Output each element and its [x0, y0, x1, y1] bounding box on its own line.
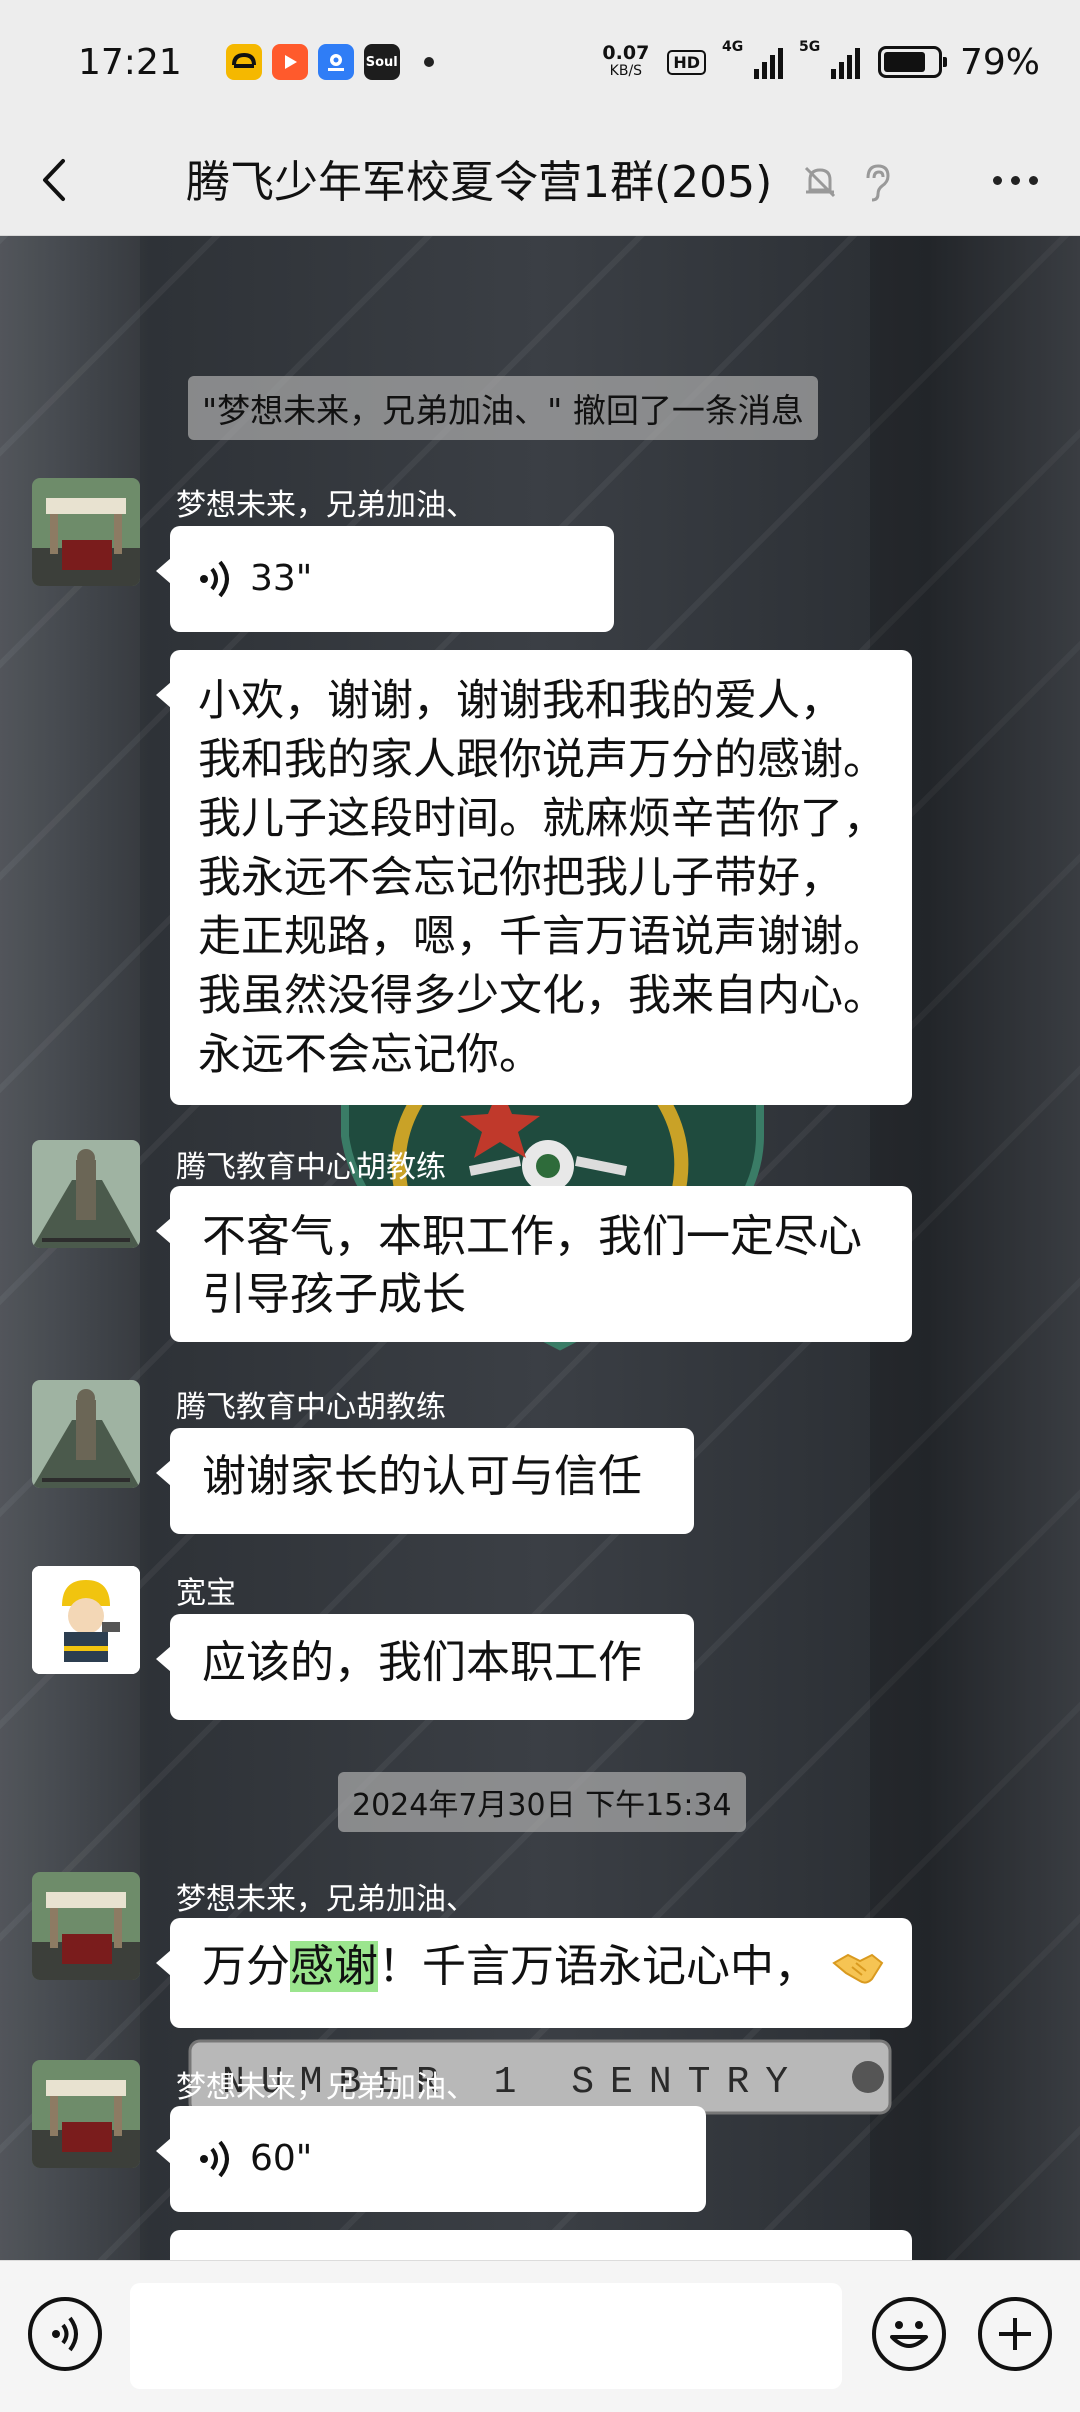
avatar[interactable] [32, 478, 140, 586]
status-indicators: 0.07 KB/S HD 4G 5G 79% [602, 39, 1040, 83]
more-functions-button[interactable] [978, 2297, 1052, 2371]
sender-name: 梦想未来，兄弟加油、 [176, 1882, 476, 1917]
sender-name: 腾飞教育中心胡教练 [176, 1150, 446, 1185]
status-bar: 17:21 Soul 0.07 KB/S HD 4G 5G 79% [0, 0, 1080, 124]
message-line: 引导孩子成长 [202, 1269, 466, 1320]
voice-input-icon [52, 2316, 78, 2352]
message-line: 我虽然没得多少文化，我来自内心。 [198, 971, 886, 1021]
ear-icon [866, 164, 890, 202]
more-notifications-dot [423, 57, 434, 67]
message-line: 我和我的家人跟你说声万分的感谢。 [198, 735, 886, 785]
video-app-icon [271, 44, 308, 80]
input-bar [0, 2260, 1080, 2412]
message-line: 走正规路，嗯，千言万语说声谢谢。 [198, 912, 886, 962]
chat-title: 腾飞少年军校夏令营1群(205) [186, 157, 773, 208]
emoji-button[interactable] [872, 2297, 946, 2371]
voice-wave-icon [200, 560, 229, 598]
network-speed: 0.07 KB/S [602, 42, 650, 80]
text-message[interactable]: 谢谢家长的认可与信任 [156, 1428, 694, 1534]
back-button[interactable] [0, 124, 110, 236]
recall-notice: "梦想未来，兄弟加油、" 撤回了一条消息 [188, 376, 818, 440]
message-line: 不客气，本职工作，我们一定尽心 [202, 1211, 862, 1262]
text-message[interactable]: 小欢，谢谢，谢谢我和我的爱人， 我和我的家人跟你说声万分的感谢。 我儿子这段时间… [156, 650, 912, 1105]
avatar[interactable] [32, 1140, 140, 1248]
plus-icon [999, 2318, 1031, 2350]
battery-percent: 79% [959, 41, 1040, 83]
notification-app-icons: Soul [225, 44, 434, 80]
message-list[interactable]: NUMBER 1 SENTRY "梦想未来，兄弟加油、" 撤回了一条消息 梦想未… [0, 236, 1080, 2260]
map-app-icon [317, 44, 354, 80]
message-input[interactable] [130, 2283, 842, 2389]
voice-input-button[interactable] [28, 2297, 102, 2371]
message-line: 小欢，谢谢，谢谢我和我的爱人， [198, 676, 843, 726]
chat-screen: 17:21 Soul 0.07 KB/S HD 4G 5G 79% 腾飞少年军校… [0, 0, 1080, 2412]
sender-name: 梦想未来，兄弟加油、 [176, 2070, 476, 2105]
signal-4g-icon: 4G [722, 39, 783, 79]
sender-name: 梦想未来，兄弟加油、 [176, 488, 476, 523]
battery-icon [877, 46, 947, 78]
handshake-emoji [832, 1953, 884, 1984]
sender-name: 腾飞教育中心胡教练 [176, 1390, 446, 1425]
voice-message[interactable]: 60" [156, 2106, 706, 2212]
taxi-app-icon [225, 44, 262, 80]
mute-bell-icon [804, 166, 836, 198]
avatar[interactable] [32, 1380, 140, 1488]
message-line: 永远不会忘记你。 [198, 1030, 542, 1080]
avatar[interactable] [32, 2060, 140, 2168]
timestamp: 2024年7月30日 下午15:34 [338, 1772, 746, 1832]
avatar[interactable] [32, 1566, 140, 1674]
emoji-icon [890, 2321, 928, 2348]
back-arrow-icon [43, 158, 65, 201]
message-line: 我永远不会忘记你把我儿子带好， [198, 853, 843, 903]
text-message[interactable]: 不客气，本职工作，我们一定尽心 引导孩子成长 [156, 1186, 912, 1342]
more-dots-icon[interactable] [980, 150, 1050, 210]
voice-wave-icon [200, 2140, 229, 2178]
avatar[interactable] [32, 1872, 140, 1980]
text-message[interactable]: 应该的，我们本职工作 [156, 1614, 694, 1720]
highlighted-keyword[interactable]: 感谢 [290, 1941, 378, 1992]
text-message[interactable]: 万分感谢！千言万语永记心中， [156, 1918, 912, 2028]
voice-duration: 60" [250, 2138, 313, 2179]
chat-header: 腾飞少年军校夏令营1群(205) [0, 124, 1080, 236]
sender-name: 宽宝 [176, 1576, 236, 1611]
signal-5g-icon: 5G [799, 39, 860, 79]
hd-voice-badge: HD [667, 49, 706, 75]
voice-duration: 33" [250, 558, 313, 599]
status-time: 17:21 [78, 41, 182, 83]
voice-message[interactable]: 33" [156, 526, 614, 632]
text-message[interactable] [170, 2230, 912, 2260]
message-line: 我儿子这段时间。就麻烦辛苦你了， [198, 794, 886, 844]
soul-app-icon: Soul [363, 44, 400, 80]
